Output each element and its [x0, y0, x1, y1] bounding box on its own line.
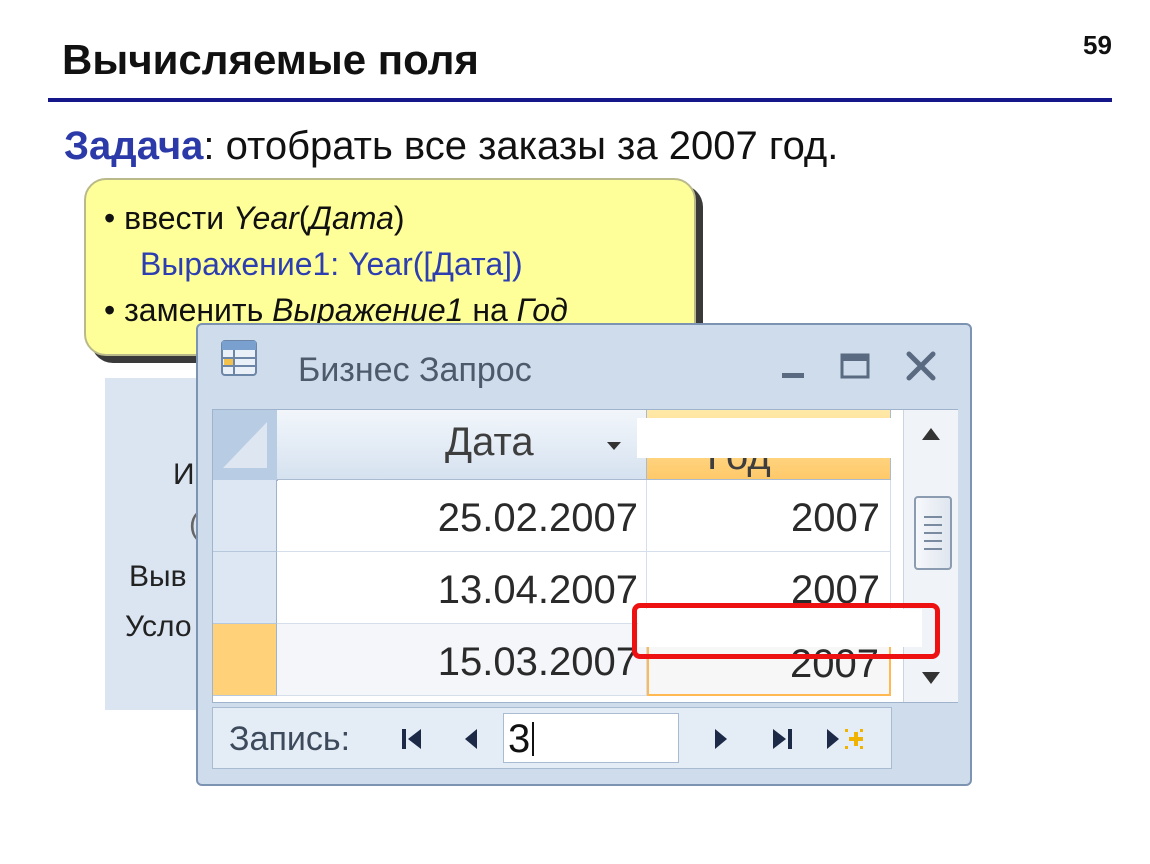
task-text: : отобрать все заказы за 2007 год.: [203, 124, 839, 168]
table-cell-date[interactable]: 15.03.2007: [277, 624, 647, 696]
window-title: Бизнес Запрос: [298, 351, 532, 389]
hint-line-expression: Выражение1: Year([Дата]): [140, 246, 523, 282]
query-window: Бизнес Запрос Дата Год 25.02.2007 2007 1…: [196, 323, 972, 786]
record-number-input[interactable]: 3: [503, 713, 679, 763]
scroll-down-icon[interactable]: [922, 672, 940, 684]
datasheet-icon: [221, 340, 257, 376]
table-cell-date[interactable]: 25.02.2007: [277, 480, 647, 552]
table-cell-date[interactable]: 13.04.2007: [277, 552, 647, 624]
header-cover: [637, 418, 933, 458]
scroll-up-icon[interactable]: [922, 428, 940, 440]
chevron-down-icon[interactable]: [607, 442, 621, 450]
record-label: Запись:: [229, 720, 351, 758]
design-fragment-text: Усло: [125, 610, 192, 643]
slide-title: Вычисляемые поля: [62, 36, 479, 83]
row-selector[interactable]: [213, 552, 277, 624]
design-fragment-text: И: [173, 458, 195, 491]
table-cell-year[interactable]: 2007: [647, 480, 891, 552]
record-navigation: Запись: 3: [212, 707, 892, 769]
query-design-fragment: И ( Выв Усло: [105, 378, 200, 710]
maximize-icon[interactable]: [836, 347, 874, 385]
next-record-icon[interactable]: [711, 726, 731, 752]
hint-line-enter: • ввести Year(Дата): [104, 200, 405, 236]
select-all-cell[interactable]: [213, 410, 278, 481]
task-line: Задача: отобрать все заказы за 2007 год.: [64, 124, 838, 169]
scroll-thumb[interactable]: [914, 496, 952, 570]
design-fragment-text: Выв: [129, 560, 187, 593]
row-selector[interactable]: [213, 480, 277, 552]
previous-record-icon[interactable]: [461, 726, 481, 752]
row-selector-current[interactable]: [213, 624, 277, 696]
highlight-frame: [632, 603, 940, 659]
title-rule: [48, 98, 1112, 102]
task-label: Задача: [64, 124, 204, 168]
first-record-icon[interactable]: [399, 726, 425, 752]
minimize-icon[interactable]: [774, 347, 812, 385]
new-record-icon[interactable]: [825, 726, 865, 752]
column-header-date-label: Дата: [445, 420, 534, 464]
column-header-date[interactable]: Дата: [277, 410, 647, 480]
slide-number: 59: [1083, 30, 1112, 60]
select-all-icon: [223, 422, 267, 468]
last-record-icon[interactable]: [769, 726, 795, 752]
close-icon[interactable]: [902, 347, 940, 385]
